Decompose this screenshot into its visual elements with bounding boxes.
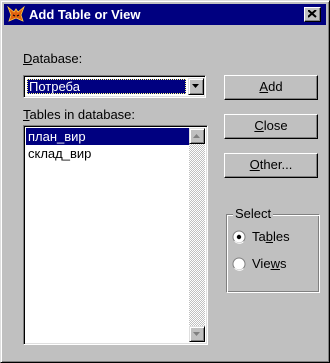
tables-label: Tables in database: — [23, 107, 136, 122]
tables-scrollbar[interactable] — [189, 128, 205, 342]
database-combobox[interactable]: Потреба — [23, 75, 206, 98]
add-button[interactable]: Add — [224, 75, 318, 100]
tables-listbox[interactable]: план_вир склад_вир — [23, 125, 208, 345]
title-bar[interactable]: Add Table or View — [4, 4, 326, 25]
tables-radio-label[interactable]: Tables — [252, 229, 290, 245]
close-button[interactable]: Close — [224, 114, 318, 139]
scroll-up-button[interactable] — [189, 128, 205, 144]
database-selected-value: Потреба — [27, 79, 186, 94]
scroll-down-button[interactable] — [189, 326, 205, 342]
fox-icon — [7, 5, 25, 23]
chevron-down-icon — [192, 84, 199, 88]
scroll-down-icon — [193, 332, 200, 336]
other-button[interactable]: Other... — [224, 153, 318, 178]
database-dropdown-button[interactable] — [188, 78, 204, 95]
scroll-up-icon — [193, 134, 200, 138]
views-radio[interactable] — [232, 257, 246, 271]
close-window-button[interactable] — [304, 7, 321, 22]
close-icon — [308, 10, 317, 18]
tables-radio[interactable] — [232, 230, 246, 244]
select-group-label: Select — [233, 206, 274, 222]
database-label: Database: — [23, 51, 83, 66]
add-table-or-view-dialog: Add Table or View Database: Потреба Tabl… — [0, 0, 330, 363]
window-title: Add Table or View — [29, 7, 141, 22]
select-groupbox — [226, 214, 320, 293]
views-radio-label[interactable]: Views — [252, 256, 286, 272]
list-item[interactable]: склад_вир — [26, 145, 189, 162]
list-item[interactable]: план_вир — [26, 128, 189, 145]
